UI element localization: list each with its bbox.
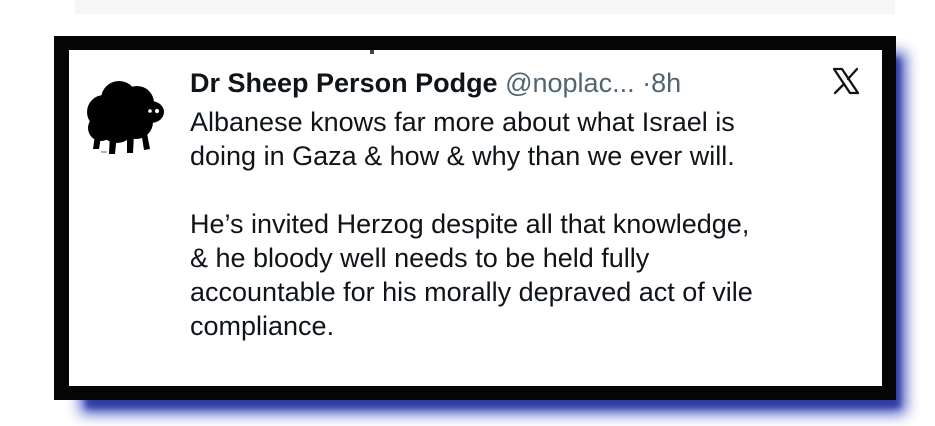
text-line: accountable for his morally depraved act… xyxy=(190,277,753,307)
tweet-card[interactable]: Dr Sheep Person Podge @noplac... ·8h Alb… xyxy=(69,50,882,386)
text-line: & he bloody well needs to be held fully xyxy=(190,243,650,273)
tweet-header: Dr Sheep Person Podge @noplac... ·8h xyxy=(190,66,681,100)
x-logo-icon[interactable] xyxy=(831,66,861,96)
text-line: compliance. xyxy=(190,311,335,341)
black-sheep-avatar[interactable] xyxy=(79,70,175,160)
text-line: Albanese knows far more about what Israe… xyxy=(190,107,735,137)
paragraph-2: He’s invited Herzog despite all that kno… xyxy=(190,207,870,343)
tweet-time[interactable]: 8h xyxy=(651,68,681,98)
tweet-text: Albanese knows far more about what Israe… xyxy=(190,105,870,343)
separator-dot: · xyxy=(642,68,652,98)
user-handle[interactable]: @noplac... xyxy=(505,68,634,98)
text-line: He’s invited Herzog despite all that kno… xyxy=(190,209,750,239)
top-mark xyxy=(370,50,374,54)
text-line: doing in Gaza & how & why than we ever w… xyxy=(190,141,735,171)
paragraph-1: Albanese knows far more about what Israe… xyxy=(190,105,870,173)
background-strip xyxy=(75,0,895,14)
display-name[interactable]: Dr Sheep Person Podge xyxy=(190,68,498,98)
